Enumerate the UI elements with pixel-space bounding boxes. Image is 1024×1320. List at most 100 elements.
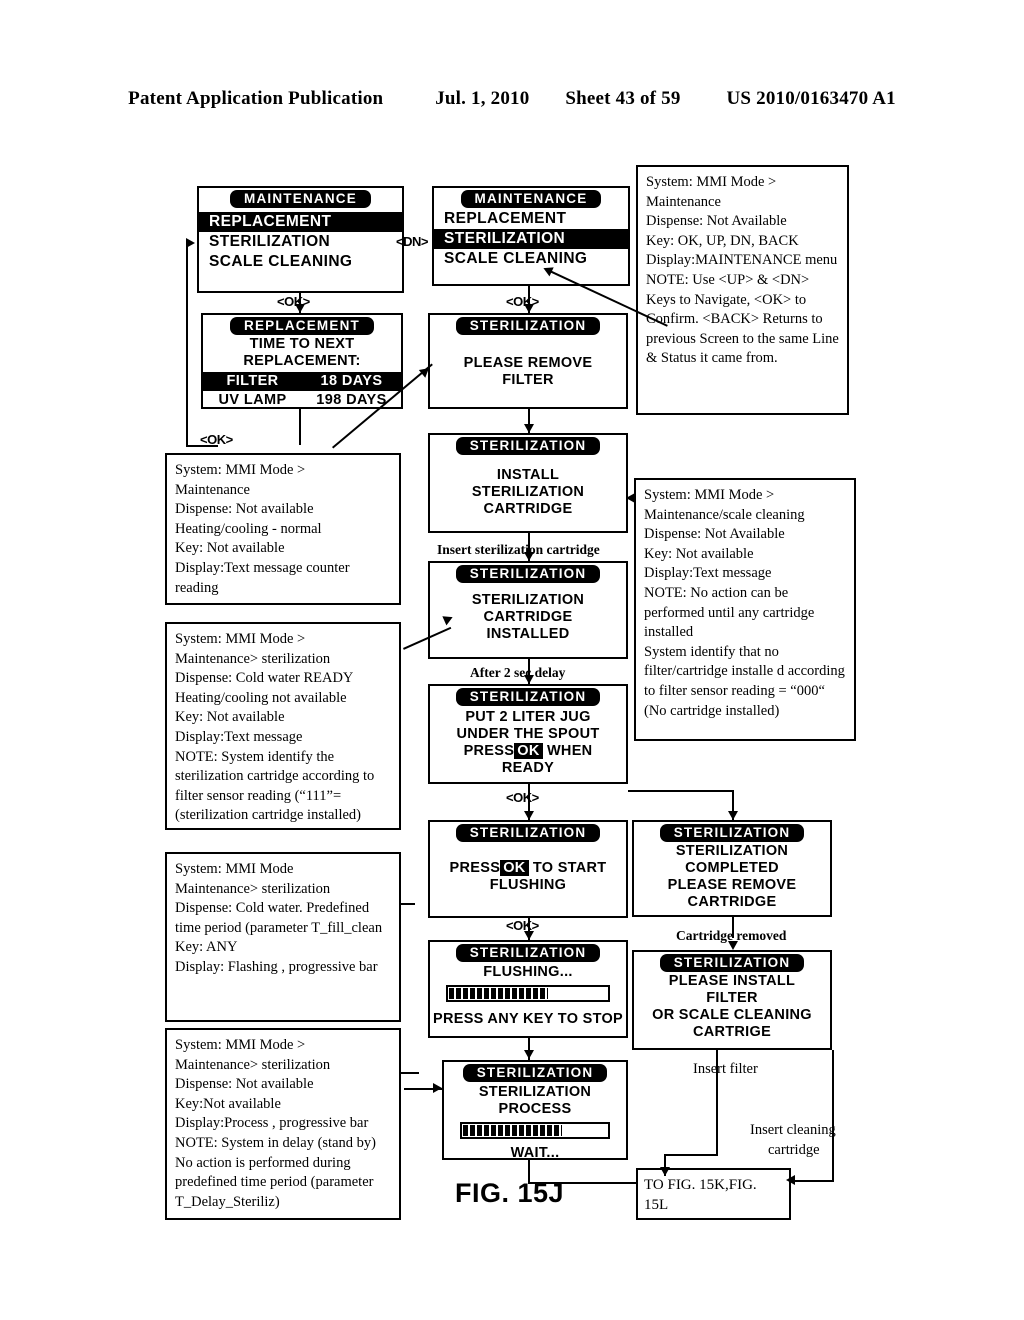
arrow-down-flushstart xyxy=(524,811,534,820)
note-line: NOTE: Use <UP> & <DN> xyxy=(646,271,810,288)
arrow-down-installed xyxy=(524,552,534,561)
message-line-1: PLEASE REMOVE xyxy=(463,355,593,371)
note-line: Heating/cooling not available xyxy=(175,689,347,706)
message-line-2: COMPLETED xyxy=(685,860,779,876)
note-line: filter/cartridge installe d according xyxy=(644,663,845,680)
menu-item-sterilization[interactable]: STERILIZATION xyxy=(434,229,628,249)
note-line: Display:MAINTENANCE menu xyxy=(646,252,838,269)
connector-delaynote-tick xyxy=(401,1072,419,1074)
connector-to-completed-h xyxy=(628,790,734,792)
press-text: PRESS xyxy=(449,860,501,876)
screen-please-install-filter: STERILIZATION PLEASE INSTALL FILTER OR S… xyxy=(632,950,832,1050)
screen-title: MAINTENANCE xyxy=(460,190,602,208)
screen-title: REPLACEMENT xyxy=(230,317,374,335)
edge-label-dn: <DN> xyxy=(396,234,428,249)
to-start-text: TO START xyxy=(532,860,607,876)
counter-value: 18 DAYS xyxy=(320,373,383,389)
note-line: Dispense: Cold water READY xyxy=(175,670,354,687)
note-line: Heating/cooling - normal xyxy=(175,520,322,537)
counter-row-filter: FILTER 18 DAYS xyxy=(203,372,401,391)
menu-item-replacement[interactable]: REPLACEMENT xyxy=(199,212,402,232)
message-line-2: PRESS ANY KEY TO STOP xyxy=(432,1011,624,1027)
note-line: Maintenance> sterilization xyxy=(175,880,331,897)
edge-label-ok-left: <OK> xyxy=(200,432,233,447)
note-line: No action is performed during xyxy=(175,1154,351,1171)
note-line: System: MMI Mode > xyxy=(646,174,777,190)
note-line: Maintenance xyxy=(175,481,250,498)
process-progress-bar xyxy=(460,1122,610,1139)
screen-title: STERILIZATION xyxy=(659,954,805,972)
note-line: Display: Flashing , progressive bar xyxy=(175,958,378,975)
note-line: System: MMI Mode > xyxy=(175,1037,306,1053)
message-line-3: CARTRIDGE xyxy=(483,501,573,517)
edge-label-ok-4: <OK> xyxy=(506,790,539,805)
connector-insert-filter-left xyxy=(664,1154,718,1156)
arrow-left-to-fig xyxy=(786,1175,795,1185)
note-line: & Status it came from. xyxy=(646,350,778,367)
screen-title: STERILIZATION xyxy=(455,824,601,842)
note-line: Dispense: Not Available xyxy=(644,526,785,543)
screen-title: STERILIZATION xyxy=(462,1064,608,1082)
arrow-scale-note xyxy=(626,493,635,503)
note-line: installed xyxy=(644,624,694,641)
menu-item-scale-cleaning[interactable]: SCALE CLEANING xyxy=(199,252,402,272)
message-line-3: WAIT... xyxy=(510,1145,560,1161)
note-line: Keys to Navigate, <OK> to xyxy=(646,291,807,308)
note-line: NOTE: System identify the xyxy=(175,748,335,765)
connector-flushnote-tick xyxy=(401,903,415,905)
connector-replacement-down xyxy=(299,409,301,445)
screen-press-ok-flush: STERILIZATION PRESS OK TO START FLUSHING xyxy=(428,820,628,918)
note-line: Display:Process , progressive bar xyxy=(175,1115,369,1132)
note-line: predefined time period (parameter xyxy=(175,1174,374,1191)
message-line-3: INSTALLED xyxy=(486,626,570,642)
header-date: Jul. 1, 2010 xyxy=(435,88,530,109)
note-line: Dispense: Not Available xyxy=(646,213,787,230)
message-line-2: UNDER THE SPOUT xyxy=(456,726,600,742)
edge-label-insert-cleaning-1: Insert cleaning xyxy=(750,1122,836,1138)
message-line-2: STERILIZATION xyxy=(471,484,585,500)
connector-left-loop-vertical xyxy=(186,243,188,447)
note-line: filter sensor reading (“111”= xyxy=(175,787,342,804)
screen-maintenance-replacement: MAINTENANCE REPLACEMENT STERILIZATION SC… xyxy=(197,186,404,293)
arrow-down-to-fig xyxy=(660,1167,670,1176)
note-counter-reading: System: MMI Mode > Maintenance Dispense:… xyxy=(165,453,401,605)
screen-sterilization-completed: STERILIZATION STERILIZATION COMPLETED PL… xyxy=(632,820,832,917)
menu-item-sterilization[interactable]: STERILIZATION xyxy=(199,232,402,252)
connector-cleaning-down xyxy=(832,1050,834,1182)
note-line: System: MMI Mode > xyxy=(644,487,775,503)
connector-completed-to-install xyxy=(732,917,734,938)
ok-key-glyph[interactable]: OK xyxy=(500,860,529,876)
arrow-down-completed xyxy=(728,811,738,820)
screen-put-jug: STERILIZATION PUT 2 LITER JUG UNDER THE … xyxy=(428,684,628,784)
arrow-down-please-install xyxy=(728,941,738,950)
arrow-down-jug xyxy=(524,675,534,684)
note-scale-cleaning: System: MMI Mode > Maintenance/scale cle… xyxy=(634,478,856,741)
screen-title: STERILIZATION xyxy=(659,824,805,842)
message-line-2: FLUSHING xyxy=(489,877,567,893)
note-line: System: MMI Mode > xyxy=(175,631,306,647)
counter-key: UV LAMP xyxy=(218,392,287,408)
menu-item-scale-cleaning[interactable]: SCALE CLEANING xyxy=(434,249,628,269)
message-line-1: STERILIZATION xyxy=(471,592,585,608)
counter-row-uv-lamp: UV LAMP 198 DAYS xyxy=(203,391,401,410)
note-line: Display:Text message xyxy=(644,565,772,582)
counter-key: FILTER xyxy=(226,373,279,389)
header-patent-number: US 2010/0163470 A1 xyxy=(726,88,896,109)
progress-fill xyxy=(449,988,549,999)
note-delay: System: MMI Mode > Maintenance> steriliz… xyxy=(165,1028,401,1220)
note-line: reading xyxy=(175,579,219,596)
message-line-1: FLUSHING... xyxy=(483,964,573,980)
replacement-line-1: TIME TO NEXT xyxy=(249,336,355,352)
screen-replacement-counter: REPLACEMENT TIME TO NEXT REPLACEMENT: FI… xyxy=(201,313,403,409)
edge-label-insert-filter: Insert filter xyxy=(693,1061,758,1077)
ok-key-glyph[interactable]: OK xyxy=(514,743,543,759)
connector-process-right xyxy=(528,1182,638,1184)
note-line: sterilization cartridge according to xyxy=(175,768,375,785)
press-text: PRESS xyxy=(463,743,515,759)
edge-label-ok-1: <OK> xyxy=(277,294,310,309)
menu-item-replacement[interactable]: REPLACEMENT xyxy=(434,209,628,229)
note-line: Dispense: Not available xyxy=(175,501,314,518)
connector-process-down xyxy=(528,1160,530,1184)
message-line-4: CARTRIGE xyxy=(692,1024,772,1040)
note-line: Key:Not available xyxy=(175,1095,281,1112)
